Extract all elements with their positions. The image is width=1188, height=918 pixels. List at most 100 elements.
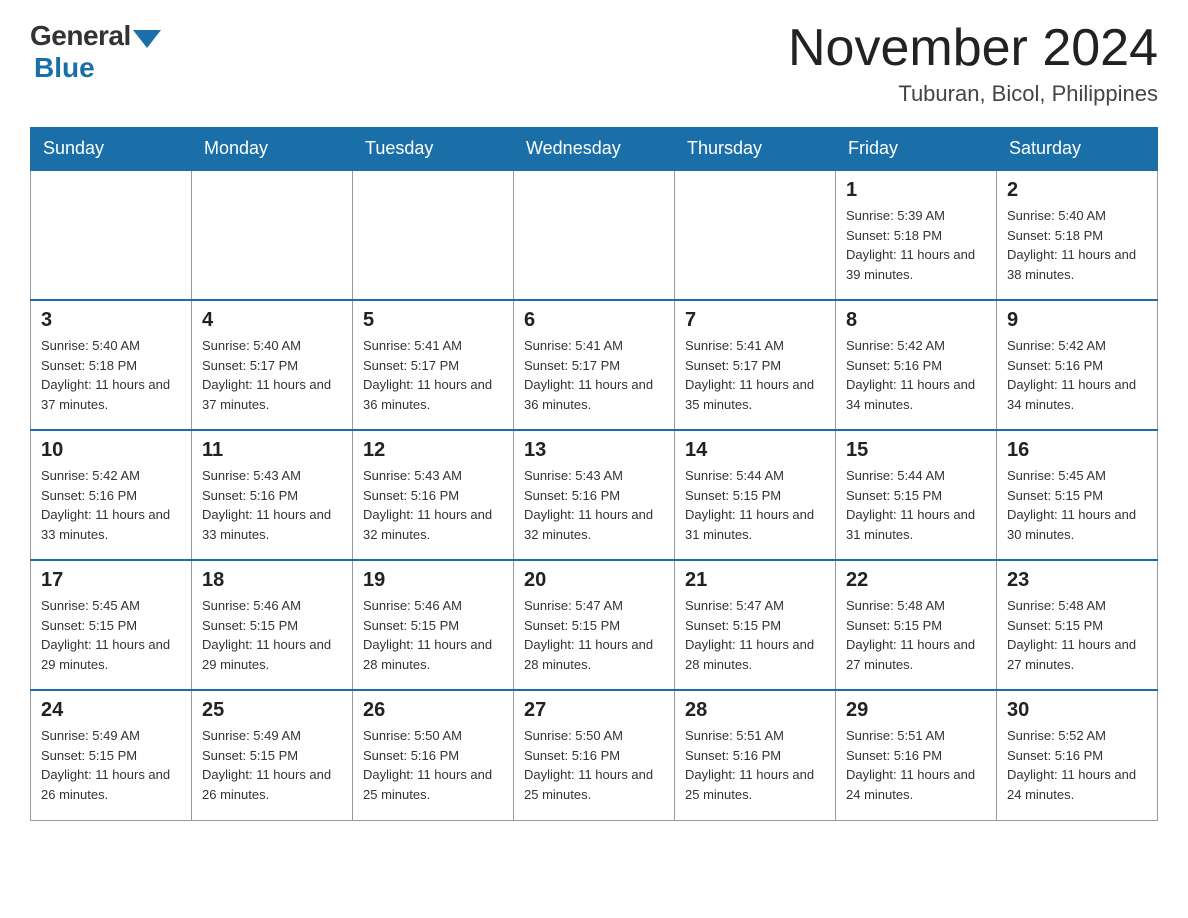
day-number: 25 <box>202 699 342 722</box>
day-number: 17 <box>41 569 181 592</box>
calendar-cell: 1 Sunrise: 5:39 AM Sunset: 5:18 PM Daylig… <box>836 170 997 300</box>
day-number: 20 <box>524 569 664 592</box>
day-number: 21 <box>685 569 825 592</box>
day-info: Sunrise: 5:50 AM Sunset: 5:16 PM Dayligh… <box>363 726 503 804</box>
day-info: Sunrise: 5:47 AM Sunset: 5:15 PM Dayligh… <box>524 596 664 674</box>
day-number: 8 <box>846 309 986 332</box>
calendar-cell: 10 Sunrise: 5:42 AM Sunset: 5:16 PM Dayli… <box>31 430 192 560</box>
day-number: 5 <box>363 309 503 332</box>
calendar-cell: 6Sunrise: 5:41 AM Sunset: 5:17 PM Daylig… <box>514 300 675 430</box>
calendar-header-thursday: Thursday <box>675 128 836 171</box>
day-number: 29 <box>846 699 986 722</box>
calendar-week-row: 17 Sunrise: 5:45 AM Sunset: 5:15 PM Dayli… <box>31 560 1158 690</box>
day-number: 9 <box>1007 309 1147 332</box>
day-number: 12 <box>363 439 503 462</box>
calendar-cell: 18 Sunrise: 5:46 AM Sunset: 5:15 PM Dayli… <box>192 560 353 690</box>
day-info: Sunrise: 5:43 AM Sunset: 5:16 PM Dayligh… <box>524 466 664 544</box>
day-info: Sunrise: 5:51 AM Sunset: 5:16 PM Dayligh… <box>846 726 986 804</box>
day-number: 30 <box>1007 699 1147 722</box>
day-number: 6 <box>524 309 664 332</box>
calendar-header-friday: Friday <box>836 128 997 171</box>
calendar-header-row: SundayMondayTuesdayWednesdayThursdayFrid… <box>31 128 1158 171</box>
day-number: 22 <box>846 569 986 592</box>
calendar-cell <box>192 170 353 300</box>
calendar-header-monday: Monday <box>192 128 353 171</box>
calendar-cell: 20 Sunrise: 5:47 AM Sunset: 5:15 PM Dayli… <box>514 560 675 690</box>
day-number: 26 <box>363 699 503 722</box>
logo-arrow-icon <box>133 30 161 48</box>
calendar-cell: 3Sunrise: 5:40 AM Sunset: 5:18 PM Daylig… <box>31 300 192 430</box>
calendar-header-wednesday: Wednesday <box>514 128 675 171</box>
day-info: Sunrise: 5:45 AM Sunset: 5:15 PM Dayligh… <box>41 596 181 674</box>
day-info: Sunrise: 5:39 AM Sunset: 5:18 PM Dayligh… <box>846 206 986 284</box>
day-info: Sunrise: 5:42 AM Sunset: 5:16 PM Dayligh… <box>41 466 181 544</box>
calendar-header-saturday: Saturday <box>997 128 1158 171</box>
calendar-cell: 4 Sunrise: 5:40 AM Sunset: 5:17 PM Daylig… <box>192 300 353 430</box>
calendar-week-row: 10 Sunrise: 5:42 AM Sunset: 5:16 PM Dayli… <box>31 430 1158 560</box>
calendar-header-sunday: Sunday <box>31 128 192 171</box>
day-number: 2 <box>1007 179 1147 202</box>
calendar-cell: 5Sunrise: 5:41 AM Sunset: 5:17 PM Daylig… <box>353 300 514 430</box>
day-info: Sunrise: 5:46 AM Sunset: 5:15 PM Dayligh… <box>363 596 503 674</box>
calendar-cell: 11Sunrise: 5:43 AM Sunset: 5:16 PM Dayli… <box>192 430 353 560</box>
calendar-cell: 26 Sunrise: 5:50 AM Sunset: 5:16 PM Dayli… <box>353 690 514 820</box>
day-number: 19 <box>363 569 503 592</box>
calendar-cell: 2 Sunrise: 5:40 AM Sunset: 5:18 PM Daylig… <box>997 170 1158 300</box>
day-number: 4 <box>202 309 342 332</box>
calendar-cell: 29 Sunrise: 5:51 AM Sunset: 5:16 PM Dayli… <box>836 690 997 820</box>
calendar-week-row: 24 Sunrise: 5:49 AM Sunset: 5:15 PM Dayli… <box>31 690 1158 820</box>
day-info: Sunrise: 5:50 AM Sunset: 5:16 PM Dayligh… <box>524 726 664 804</box>
calendar-header-tuesday: Tuesday <box>353 128 514 171</box>
calendar-week-row: 3Sunrise: 5:40 AM Sunset: 5:18 PM Daylig… <box>31 300 1158 430</box>
day-info: Sunrise: 5:48 AM Sunset: 5:15 PM Dayligh… <box>846 596 986 674</box>
day-info: Sunrise: 5:48 AM Sunset: 5:15 PM Dayligh… <box>1007 596 1147 674</box>
calendar-cell: 8 Sunrise: 5:42 AM Sunset: 5:16 PM Daylig… <box>836 300 997 430</box>
calendar-cell: 23 Sunrise: 5:48 AM Sunset: 5:15 PM Dayli… <box>997 560 1158 690</box>
day-info: Sunrise: 5:49 AM Sunset: 5:15 PM Dayligh… <box>202 726 342 804</box>
day-info: Sunrise: 5:52 AM Sunset: 5:16 PM Dayligh… <box>1007 726 1147 804</box>
day-info: Sunrise: 5:42 AM Sunset: 5:16 PM Dayligh… <box>846 336 986 414</box>
page-header: General Blue November 2024 Tuburan, Bico… <box>30 20 1158 107</box>
day-info: Sunrise: 5:47 AM Sunset: 5:15 PM Dayligh… <box>685 596 825 674</box>
calendar-cell <box>675 170 836 300</box>
title-section: November 2024 Tuburan, Bicol, Philippine… <box>788 20 1158 107</box>
day-info: Sunrise: 5:51 AM Sunset: 5:16 PM Dayligh… <box>685 726 825 804</box>
day-info: Sunrise: 5:45 AM Sunset: 5:15 PM Dayligh… <box>1007 466 1147 544</box>
calendar-cell: 9 Sunrise: 5:42 AM Sunset: 5:16 PM Daylig… <box>997 300 1158 430</box>
logo-blue-text: Blue <box>34 52 95 84</box>
day-info: Sunrise: 5:43 AM Sunset: 5:16 PM Dayligh… <box>202 466 342 544</box>
day-number: 28 <box>685 699 825 722</box>
day-number: 23 <box>1007 569 1147 592</box>
day-info: Sunrise: 5:46 AM Sunset: 5:15 PM Dayligh… <box>202 596 342 674</box>
calendar-cell: 17 Sunrise: 5:45 AM Sunset: 5:15 PM Dayli… <box>31 560 192 690</box>
day-number: 16 <box>1007 439 1147 462</box>
day-info: Sunrise: 5:44 AM Sunset: 5:15 PM Dayligh… <box>685 466 825 544</box>
calendar-cell: 7 Sunrise: 5:41 AM Sunset: 5:17 PM Daylig… <box>675 300 836 430</box>
calendar-cell: 24 Sunrise: 5:49 AM Sunset: 5:15 PM Dayli… <box>31 690 192 820</box>
day-info: Sunrise: 5:49 AM Sunset: 5:15 PM Dayligh… <box>41 726 181 804</box>
day-info: Sunrise: 5:40 AM Sunset: 5:18 PM Dayligh… <box>1007 206 1147 284</box>
day-number: 15 <box>846 439 986 462</box>
logo: General Blue <box>30 20 161 84</box>
day-info: Sunrise: 5:40 AM Sunset: 5:18 PM Dayligh… <box>41 336 181 414</box>
calendar-cell: 21 Sunrise: 5:47 AM Sunset: 5:15 PM Dayli… <box>675 560 836 690</box>
day-number: 1 <box>846 179 986 202</box>
calendar-cell: 28 Sunrise: 5:51 AM Sunset: 5:16 PM Dayli… <box>675 690 836 820</box>
day-number: 18 <box>202 569 342 592</box>
day-info: Sunrise: 5:42 AM Sunset: 5:16 PM Dayligh… <box>1007 336 1147 414</box>
day-number: 7 <box>685 309 825 332</box>
calendar-cell <box>514 170 675 300</box>
logo-general-text: General <box>30 20 131 52</box>
calendar-cell: 22 Sunrise: 5:48 AM Sunset: 5:15 PM Dayli… <box>836 560 997 690</box>
day-info: Sunrise: 5:41 AM Sunset: 5:17 PM Dayligh… <box>685 336 825 414</box>
day-number: 14 <box>685 439 825 462</box>
calendar-week-row: 1 Sunrise: 5:39 AM Sunset: 5:18 PM Daylig… <box>31 170 1158 300</box>
day-info: Sunrise: 5:43 AM Sunset: 5:16 PM Dayligh… <box>363 466 503 544</box>
day-number: 10 <box>41 439 181 462</box>
day-number: 24 <box>41 699 181 722</box>
calendar-cell: 12 Sunrise: 5:43 AM Sunset: 5:16 PM Dayli… <box>353 430 514 560</box>
day-number: 27 <box>524 699 664 722</box>
calendar-cell: 30 Sunrise: 5:52 AM Sunset: 5:16 PM Dayli… <box>997 690 1158 820</box>
day-info: Sunrise: 5:40 AM Sunset: 5:17 PM Dayligh… <box>202 336 342 414</box>
calendar-cell: 14 Sunrise: 5:44 AM Sunset: 5:15 PM Dayli… <box>675 430 836 560</box>
